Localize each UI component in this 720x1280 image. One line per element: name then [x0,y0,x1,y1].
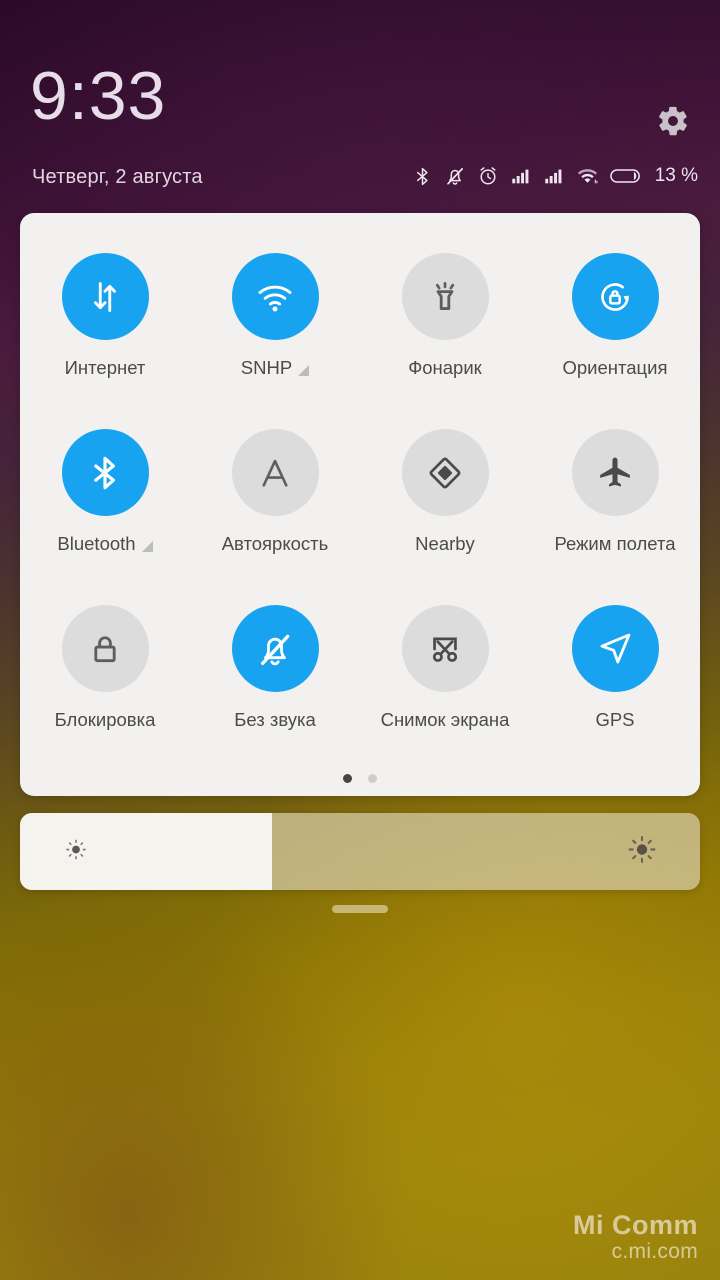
alarm-clock-icon [477,165,499,187]
flashlight-icon [401,253,489,340]
page-dot-1[interactable] [343,774,352,783]
expand-triangle-icon[interactable] [141,540,153,552]
signal-sim1-icon [510,165,532,187]
tile-label: Ориентация [562,357,668,378]
tile-label: SNHP [241,357,310,379]
tile-row: Блокировка Без звука Снимок экрана GPS [20,583,700,759]
quick-settings-tile-grid: Интернет SNHP Фонарик Ориентация Bluetoo… [20,231,700,759]
tile-flashlight[interactable]: Фонарик [360,231,530,407]
quick-settings-panel: Интернет SNHP Фонарик Ориентация Bluetoo… [20,213,700,796]
tile-silent[interactable]: Без звука [190,583,360,759]
settings-gear-button[interactable] [656,104,690,138]
signal-sim2-icon [543,165,565,187]
tile-bluetooth[interactable]: Bluetooth [20,407,190,583]
brightness-high-icon [626,833,658,870]
panel-drag-handle[interactable] [332,905,388,913]
status-area: 9:33 Четверг, 2 августа 13 % [0,0,720,210]
mute-bell-icon [444,165,466,187]
tile-label: Режим полета [554,533,676,554]
watermark-url: c.mi.com [611,1240,698,1264]
wifi-icon [231,253,319,340]
tile-screenshot[interactable]: Снимок экрана [360,583,530,759]
tile-row: Интернет SNHP Фонарик Ориентация [20,231,700,407]
tile-label: Снимок экрана [380,709,510,730]
brightness-slider-fill [20,813,272,890]
battery-percent-label: 13 % [654,165,698,186]
tile-row: Bluetooth Автояркость Nearby Режим полет… [20,407,700,583]
tile-label: Интернет [64,357,146,378]
auto-brightness-icon [231,429,319,516]
tile-orientation[interactable]: Ориентация [530,231,700,407]
status-icon-tray: 13 % [412,162,698,190]
tile-label: Nearby [415,533,475,554]
tile-label: Bluetooth [57,533,153,555]
clock-time: 9:33 [30,58,167,134]
tile-label: GPS [595,709,635,730]
lock-icon [61,605,149,692]
tile-nearby[interactable]: Nearby [360,407,530,583]
tile-label: Без звука [234,709,316,730]
page-dot-2[interactable] [368,774,377,783]
brightness-slider[interactable] [20,813,700,890]
wifi-icon [576,165,599,188]
clock-date: Четверг, 2 августа [32,166,203,188]
tile-airplane-mode[interactable]: Режим полета [530,407,700,583]
mute-bell-icon [231,605,319,692]
tile-internet[interactable]: Интернет [20,231,190,407]
navigation-icon [571,605,659,692]
data-transfer-icon [61,253,149,340]
tile-label: Автояркость [221,533,329,554]
battery-icon [609,167,642,185]
page-indicator [20,774,700,783]
airplane-icon [571,429,659,516]
expand-triangle-icon[interactable] [298,364,310,376]
tile-lock[interactable]: Блокировка [20,583,190,759]
tile-label: Блокировка [54,709,156,730]
watermark: Mi Comm c.mi.com [573,1210,698,1264]
bluetooth-icon [412,166,433,187]
rotation-lock-icon [571,253,659,340]
tile-gps[interactable]: GPS [530,583,700,759]
tile-snhp-wifi[interactable]: SNHP [190,231,360,407]
screenshot-icon [401,605,489,692]
nearby-icon [401,429,489,516]
watermark-title: Mi Comm [573,1210,698,1241]
tile-auto-brightness[interactable]: Автояркость [190,407,360,583]
brightness-low-icon [63,836,89,867]
bluetooth-icon [61,429,149,516]
tile-label: Фонарик [408,357,482,378]
